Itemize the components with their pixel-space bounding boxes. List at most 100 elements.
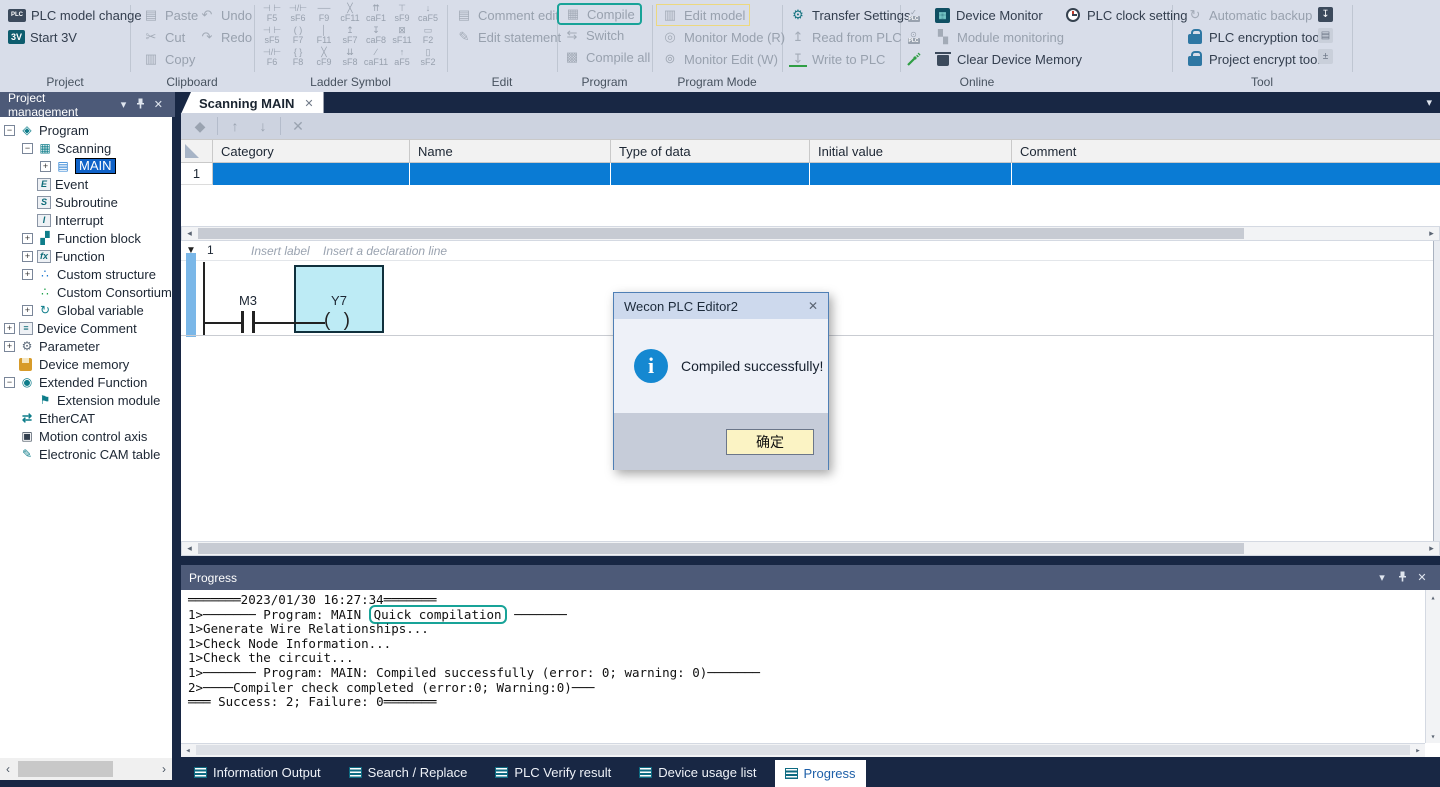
ladder-symbol-button[interactable]: ▯sF2 — [415, 46, 441, 68]
scrollbar-thumb[interactable] — [196, 745, 1410, 755]
undo-button[interactable]: ↶Undo — [198, 4, 252, 26]
table-corner-cell[interactable] — [181, 140, 213, 162]
copy-button[interactable]: ▥Copy — [142, 48, 198, 70]
ladder-symbol-button[interactable]: ╳cF9 — [311, 46, 337, 68]
ladder-symbol-button[interactable]: ⊣ ⊢sF5 — [259, 24, 285, 46]
tab-close-icon[interactable]: ✕ — [304, 97, 313, 110]
ladder-symbol-button[interactable]: │F11 — [311, 24, 337, 46]
sidebar-item-parameter[interactable]: +⚙Parameter — [0, 337, 172, 355]
ok-button[interactable]: 确定 — [726, 429, 814, 455]
sidebar-item-device-comment[interactable]: +≡Device Comment — [0, 319, 172, 337]
cell-initial-value[interactable] — [810, 163, 1012, 185]
table-horizontal-scrollbar[interactable]: ◂ ▸ — [181, 226, 1440, 241]
scroll-left-icon[interactable]: ◂ — [181, 744, 195, 757]
edit-statement-button[interactable]: ✎Edit statement — [455, 26, 561, 48]
tree-expander[interactable]: + — [4, 323, 15, 334]
sidebar-item-function[interactable]: +fxFunction — [0, 247, 172, 265]
remote-antenna-icon[interactable] — [906, 48, 921, 70]
panel-close-icon[interactable]: ✕ — [1412, 571, 1432, 584]
redo-button[interactable]: ↷Redo — [198, 26, 252, 48]
sidebar-item-ethercat[interactable]: ⇄EtherCAT — [0, 409, 172, 427]
dialog-title-bar[interactable]: Wecon PLC Editor2 ✕ — [614, 293, 828, 319]
compile-button[interactable]: ▦Compile — [557, 3, 642, 25]
scroll-left-icon[interactable]: ◂ — [182, 542, 197, 555]
sidebar-item-extended-function[interactable]: −◉Extended Function — [0, 373, 172, 391]
tab-scanning-main[interactable]: Scanning MAIN ✕ — [181, 92, 324, 114]
scroll-right-icon[interactable]: ▸ — [1411, 744, 1425, 757]
plc-search-icon[interactable]: ⊙PLC — [906, 26, 921, 48]
ladder-symbol-button[interactable]: ( )F7 — [285, 24, 311, 46]
sidebar-item-interrupt[interactable]: IInterrupt — [0, 211, 172, 229]
tab-plc-verify-result[interactable]: PLC Verify result — [485, 760, 621, 784]
compile-all-button[interactable]: ▩Compile all — [563, 46, 650, 68]
tree-expander[interactable]: − — [22, 143, 33, 154]
monitor-mode-button[interactable]: ◎Monitor Mode (R) — [661, 26, 785, 48]
write-to-plc-button[interactable]: ↧Write to PLC — [789, 48, 911, 70]
monitor-edit-button[interactable]: ⊚Monitor Edit (W) — [661, 48, 785, 70]
dialog-close-icon[interactable]: ✕ — [808, 299, 818, 313]
clear-device-memory-button[interactable]: Clear Device Memory — [934, 48, 1082, 70]
edit-model-button[interactable]: ▥Edit model — [656, 4, 750, 26]
paste-button[interactable]: ▤Paste — [142, 4, 198, 26]
ladder-symbol-button[interactable]: ⊤sF9 — [389, 2, 415, 24]
ladder-horizontal-scrollbar[interactable]: ◂ ▸ — [181, 541, 1440, 556]
ladder-symbol-button[interactable]: ╳cF11 — [337, 2, 363, 24]
cell-category[interactable] — [213, 163, 410, 185]
tree-expander[interactable]: + — [22, 269, 33, 280]
ladder-symbol-button[interactable]: ↥sF7 — [337, 24, 363, 46]
contact-label[interactable]: M3 — [236, 293, 260, 308]
ladder-symbol-button[interactable]: ⇊sF8 — [337, 46, 363, 68]
tree-expander[interactable]: + — [22, 251, 33, 262]
log-horizontal-scrollbar[interactable]: ◂ ▸ — [181, 743, 1425, 757]
ladder-symbol-button[interactable]: ↓caF5 — [415, 2, 441, 24]
ladder-symbol-button[interactable]: ──F9 — [311, 2, 337, 24]
tab-list-dropdown-icon[interactable]: ▾ — [1426, 96, 1432, 109]
sidebar-item-main[interactable]: +▤MAIN — [0, 157, 172, 175]
plc-encryption-tool-button[interactable]: PLC encryption tool — [1186, 26, 1322, 48]
tab-information-output[interactable]: Information Output — [184, 760, 331, 784]
cell-comment[interactable] — [1012, 163, 1440, 185]
cell-name[interactable] — [410, 163, 611, 185]
document-icon[interactable]: ▤ — [1318, 28, 1333, 43]
sidebar-item-program[interactable]: −◈Program — [0, 121, 172, 139]
calculator-icon[interactable]: ± — [1318, 49, 1333, 64]
read-from-plc-button[interactable]: ↥Read from PLC — [789, 26, 911, 48]
tree-expander[interactable]: + — [4, 341, 15, 352]
plc-model-change-button[interactable]: PLC PLC model change — [8, 4, 142, 26]
sidebar-item-event[interactable]: EEvent — [0, 175, 172, 193]
scroll-right-icon[interactable]: ▸ — [1424, 542, 1439, 555]
cut-button[interactable]: ✂Cut — [142, 26, 198, 48]
log-vertical-scrollbar[interactable]: ▴ ▾ — [1425, 590, 1440, 743]
insert-row-icon[interactable]: ◆ — [189, 118, 211, 135]
automatic-backup-button[interactable]: ↻Automatic backup — [1186, 4, 1322, 26]
panel-dropdown-icon[interactable]: ▾ — [115, 98, 132, 111]
move-down-icon[interactable]: ↓ — [252, 118, 274, 134]
sidebar-item-custom-consortium[interactable]: ∴Custom Consortium — [0, 283, 172, 301]
ladder-symbol-button[interactable]: ⇈caF1 — [363, 2, 389, 24]
scroll-down-icon[interactable]: ▾ — [1426, 729, 1440, 743]
scrollbar-thumb[interactable] — [18, 761, 113, 777]
tab-search-replace[interactable]: Search / Replace — [339, 760, 478, 784]
ladder-symbol-button[interactable]: ↑aF5 — [389, 46, 415, 68]
insert-label-placeholder[interactable]: Insert label — [251, 244, 310, 258]
ladder-symbol-button[interactable]: ⊣/⊢sF6 — [285, 2, 311, 24]
scroll-left-icon[interactable]: ◂ — [182, 227, 197, 240]
module-monitoring-button[interactable]: ▚Module monitoring — [934, 26, 1082, 48]
coil-label[interactable]: Y7 — [294, 293, 384, 308]
sidebar-item-global-variable[interactable]: +↻Global variable — [0, 301, 172, 319]
ladder-symbol-button[interactable]: ∕caF11 — [363, 46, 389, 68]
delete-row-icon[interactable]: ✕ — [287, 118, 309, 135]
backup-download-icon[interactable]: ↧ — [1318, 7, 1333, 22]
switch-button[interactable]: ⇆Switch — [563, 24, 650, 46]
sidebar-item-device-memory[interactable]: Device memory — [0, 355, 172, 373]
tab-progress[interactable]: Progress — [775, 760, 866, 787]
panel-dropdown-icon[interactable]: ▾ — [1372, 571, 1392, 584]
device-monitor-button[interactable]: ▦Device Monitor — [934, 4, 1082, 26]
tree-expander[interactable]: + — [22, 305, 33, 316]
tree-expander[interactable]: − — [4, 125, 15, 136]
scroll-up-icon[interactable]: ▴ — [1426, 590, 1440, 604]
scrollbar-thumb[interactable] — [198, 228, 1244, 239]
ladder-symbol-button[interactable]: ▭F2 — [415, 24, 441, 46]
ladder-vertical-scrollbar[interactable] — [1433, 241, 1440, 541]
start-3v-button[interactable]: 3V Start 3V — [8, 26, 142, 48]
